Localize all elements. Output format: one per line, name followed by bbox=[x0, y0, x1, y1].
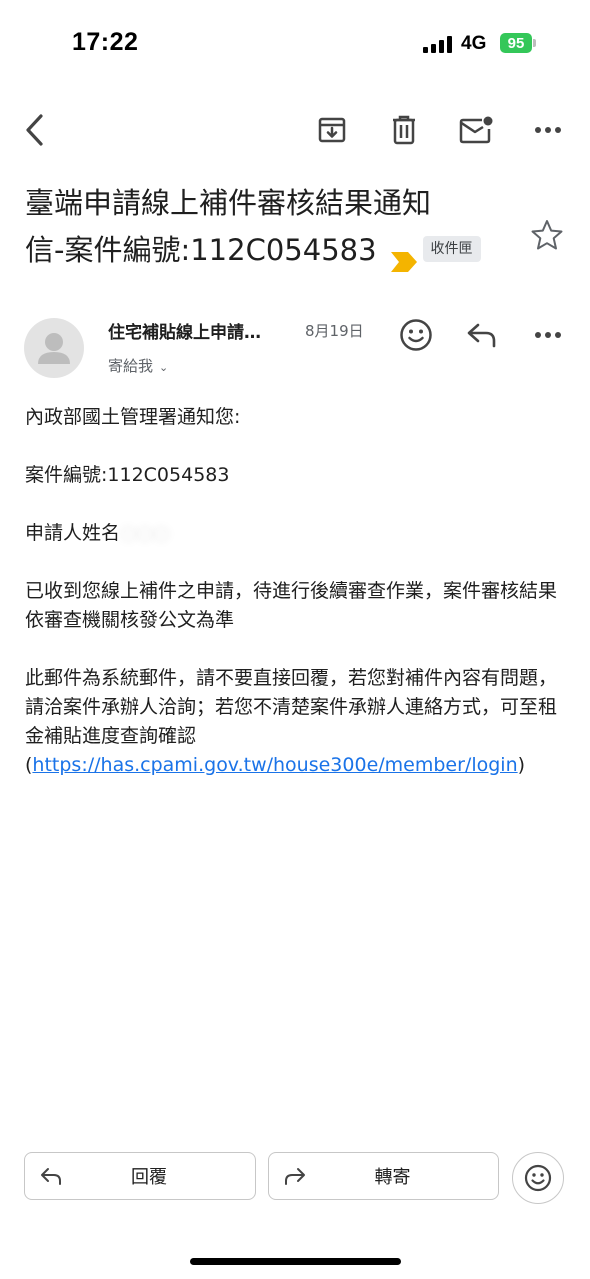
subject-line-1: 臺端申請線上補件審核結果通知 bbox=[25, 186, 432, 220]
link-close-paren: ) bbox=[517, 754, 526, 776]
status-time: 17:22 bbox=[72, 28, 139, 56]
archive-icon[interactable] bbox=[314, 112, 350, 148]
login-link[interactable]: https://has.cpami.gov.tw/house300e/membe… bbox=[32, 754, 517, 776]
subject-line-2: 信-案件編號:112C054583 收件匣 bbox=[25, 227, 495, 274]
battery-level: 95 bbox=[507, 34, 525, 52]
body-case-number: 案件編號:112C054583 bbox=[25, 464, 230, 486]
star-icon[interactable] bbox=[530, 218, 564, 252]
email-date: 8月19日 bbox=[305, 322, 364, 340]
applicant-value-redacted: ○○○ bbox=[120, 522, 170, 544]
reply-button[interactable]: 回覆 bbox=[24, 1152, 256, 1200]
emoji-button[interactable] bbox=[512, 1152, 564, 1204]
email-subject: 臺端申請線上補件審核結果通知 信-案件編號:112C054583 收件匣 bbox=[25, 180, 495, 274]
body-paragraph-1: 已收到您線上補件之申請，待進行後續審查作業，案件審核結果依審查機關核發公文為準 bbox=[25, 580, 558, 631]
signal-icon bbox=[423, 35, 453, 53]
reply-icon[interactable] bbox=[464, 317, 500, 353]
back-arrow-icon[interactable] bbox=[16, 112, 52, 148]
battery-tip bbox=[533, 39, 536, 47]
battery-icon: 95 bbox=[500, 33, 532, 53]
body-applicant: 申請人姓名○○○ bbox=[25, 519, 565, 548]
sender-name[interactable]: 住宅補貼線上申請… bbox=[108, 318, 261, 343]
forward-arrow-icon bbox=[269, 1166, 307, 1186]
inbox-label-chip[interactable]: 收件匣 bbox=[422, 236, 481, 262]
network-type: 4G bbox=[461, 33, 487, 54]
forward-label: 轉寄 bbox=[374, 1167, 411, 1188]
email-body: 內政部國土管理署通知您: 案件編號:112C054583 申請人姓名○○○ 已收… bbox=[25, 403, 565, 809]
smiley-icon bbox=[524, 1164, 552, 1192]
reply-arrow-icon bbox=[25, 1166, 63, 1186]
reply-label: 回覆 bbox=[131, 1167, 167, 1188]
emoji-reaction-icon[interactable] bbox=[398, 317, 434, 353]
mail-unread-icon[interactable] bbox=[458, 112, 494, 148]
recipient-toggle[interactable]: 寄給我 ⌄ bbox=[108, 355, 168, 376]
importance-marker-icon[interactable] bbox=[390, 239, 417, 272]
sender-avatar[interactable] bbox=[24, 318, 84, 378]
body-paragraph-2: 此郵件為系統郵件，請不要直接回覆，若您對補件內容有問題，請洽案件承辦人洽詢；若您… bbox=[25, 664, 565, 780]
paragraph-2-text: 此郵件為系統郵件，請不要直接回覆，若您對補件內容有問題，請洽案件承辦人洽詢；若您… bbox=[25, 667, 558, 747]
more-horizontal-icon[interactable] bbox=[530, 112, 566, 148]
recipient-label: 寄給我 bbox=[108, 357, 154, 375]
message-more-icon[interactable] bbox=[530, 317, 566, 353]
body-greeting: 內政部國土管理署通知您: bbox=[25, 406, 241, 428]
trash-icon[interactable] bbox=[386, 112, 422, 148]
subject-line-2-text: 信-案件編號:112C054583 bbox=[25, 233, 377, 267]
forward-button[interactable]: 轉寄 bbox=[268, 1152, 499, 1200]
chevron-down-icon: ⌄ bbox=[159, 361, 169, 374]
home-indicator[interactable] bbox=[190, 1258, 401, 1265]
applicant-label: 申請人姓名 bbox=[25, 522, 121, 544]
